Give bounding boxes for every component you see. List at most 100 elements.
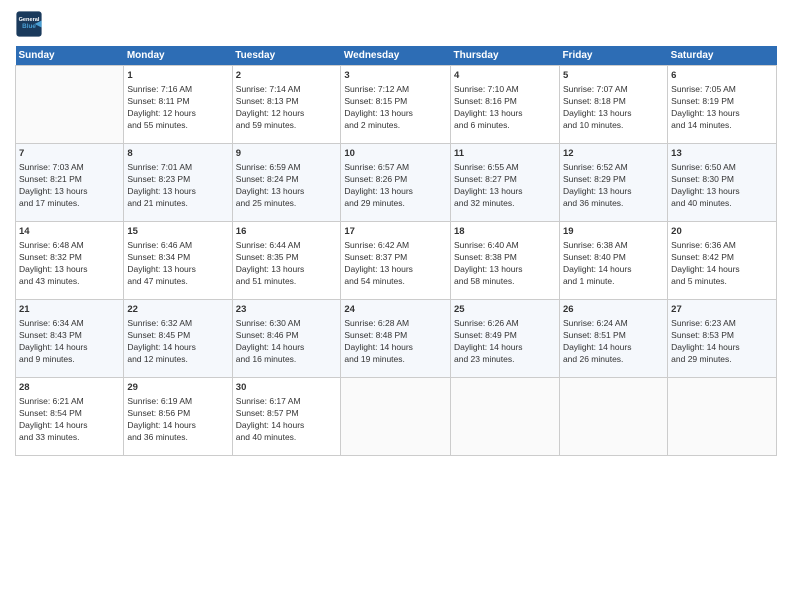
day-info-line: Sunset: 8:26 PM: [344, 174, 447, 186]
day-info-line: and 25 minutes.: [236, 198, 338, 210]
day-info-line: Daylight: 13 hours: [671, 186, 773, 198]
calendar-cell: 2Sunrise: 7:14 AMSunset: 8:13 PMDaylight…: [232, 66, 341, 144]
day-info-line: Sunrise: 6:19 AM: [127, 396, 228, 408]
calendar-cell: 20Sunrise: 6:36 AMSunset: 8:42 PMDayligh…: [668, 222, 777, 300]
day-info-line: Sunset: 8:43 PM: [19, 330, 120, 342]
calendar-cell: 28Sunrise: 6:21 AMSunset: 8:54 PMDayligh…: [16, 378, 124, 456]
day-info-line: Sunrise: 6:26 AM: [454, 318, 556, 330]
day-info-line: and 14 minutes.: [671, 120, 773, 132]
day-info-line: and 33 minutes.: [19, 432, 120, 444]
day-info-line: Daylight: 13 hours: [19, 186, 120, 198]
calendar-cell: 26Sunrise: 6:24 AMSunset: 8:51 PMDayligh…: [559, 300, 667, 378]
day-info-line: Sunrise: 6:44 AM: [236, 240, 338, 252]
calendar-cell: 29 Sunrise: 6:19 AMSunset: 8:56 PMDayligh…: [124, 378, 232, 456]
weekday-friday: Friday: [559, 46, 667, 66]
day-info-line: Daylight: 13 hours: [344, 264, 447, 276]
day-info-line: Sunrise: 7:07 AM: [563, 84, 664, 96]
day-info-line: Sunrise: 6:32 AM: [127, 318, 228, 330]
day-number: 13: [671, 147, 773, 160]
day-number: 22: [127, 303, 228, 316]
calendar-cell: 25Sunrise: 6:26 AMSunset: 8:49 PMDayligh…: [451, 300, 560, 378]
day-info-line: Daylight: 14 hours: [19, 342, 120, 354]
day-info-line: Daylight: 14 hours: [671, 342, 773, 354]
day-number: 5: [563, 69, 664, 82]
day-info-line: and 29 minutes.: [671, 354, 773, 366]
day-info-line: and 17 minutes.: [19, 198, 120, 210]
day-info-line: Sunrise: 6:36 AM: [671, 240, 773, 252]
day-info-line: Sunset: 8:30 PM: [671, 174, 773, 186]
day-info-line: and 40 minutes.: [671, 198, 773, 210]
day-info-line: Daylight: 13 hours: [671, 108, 773, 120]
calendar-cell: 11Sunrise: 6:55 AMSunset: 8:27 PMDayligh…: [451, 144, 560, 222]
day-number: 19: [563, 225, 664, 238]
day-number: 15: [127, 225, 228, 238]
day-number: 28: [19, 381, 120, 394]
calendar-cell: 3Sunrise: 7:12 AMSunset: 8:15 PMDaylight…: [341, 66, 451, 144]
calendar-cell: 13Sunrise: 6:50 AMSunset: 8:30 PMDayligh…: [668, 144, 777, 222]
calendar-cell: 4Sunrise: 7:10 AMSunset: 8:16 PMDaylight…: [451, 66, 560, 144]
day-info-line: and 23 minutes.: [454, 354, 556, 366]
day-info-line: and 54 minutes.: [344, 276, 447, 288]
day-number: 12: [563, 147, 664, 160]
day-info-line: Daylight: 14 hours: [344, 342, 447, 354]
logo: General Blue: [15, 10, 47, 38]
day-info-line: and 26 minutes.: [563, 354, 664, 366]
day-info-line: Daylight: 13 hours: [236, 264, 338, 276]
calendar-cell: [451, 378, 560, 456]
day-number: 29: [127, 381, 228, 394]
day-info-line: and 58 minutes.: [454, 276, 556, 288]
calendar-cell: 1Sunrise: 7:16 AMSunset: 8:11 PMDaylight…: [124, 66, 232, 144]
weekday-thursday: Thursday: [451, 46, 560, 66]
day-info-line: Sunrise: 7:10 AM: [454, 84, 556, 96]
calendar-cell: 15Sunrise: 6:46 AMSunset: 8:34 PMDayligh…: [124, 222, 232, 300]
day-info-line: and 6 minutes.: [454, 120, 556, 132]
day-info-line: Sunset: 8:16 PM: [454, 96, 556, 108]
day-info-line: Sunset: 8:40 PM: [563, 252, 664, 264]
day-info-line: Sunrise: 6:40 AM: [454, 240, 556, 252]
day-info-line: Daylight: 14 hours: [127, 420, 228, 432]
day-info-line: Sunrise: 6:17 AM: [236, 396, 338, 408]
day-number: 25: [454, 303, 556, 316]
day-info-line: Sunrise: 7:05 AM: [671, 84, 773, 96]
day-info-line: Sunset: 8:49 PM: [454, 330, 556, 342]
day-info-line: Sunset: 8:24 PM: [236, 174, 338, 186]
day-number: 16: [236, 225, 338, 238]
calendar-cell: 10Sunrise: 6:57 AMSunset: 8:26 PMDayligh…: [341, 144, 451, 222]
day-info-line: Daylight: 14 hours: [671, 264, 773, 276]
calendar-cell: [341, 378, 451, 456]
day-info-line: and 5 minutes.: [671, 276, 773, 288]
day-number: 23: [236, 303, 338, 316]
calendar-cell: 6Sunrise: 7:05 AMSunset: 8:19 PMDaylight…: [668, 66, 777, 144]
day-info-line: Daylight: 13 hours: [454, 264, 556, 276]
day-info-line: Sunset: 8:11 PM: [127, 96, 228, 108]
day-info-line: Sunrise: 6:24 AM: [563, 318, 664, 330]
day-info-line: Sunrise: 6:52 AM: [563, 162, 664, 174]
calendar-cell: 8Sunrise: 7:01 AMSunset: 8:23 PMDaylight…: [124, 144, 232, 222]
calendar-cell: 19Sunrise: 6:38 AMSunset: 8:40 PMDayligh…: [559, 222, 667, 300]
calendar-cell: 24Sunrise: 6:28 AMSunset: 8:48 PMDayligh…: [341, 300, 451, 378]
calendar-cell: 16Sunrise: 6:44 AMSunset: 8:35 PMDayligh…: [232, 222, 341, 300]
day-info-line: Daylight: 13 hours: [19, 264, 120, 276]
day-number: 24: [344, 303, 447, 316]
day-number: 1: [127, 69, 228, 82]
day-number: 17: [344, 225, 447, 238]
generalblue-logo-icon: General Blue: [15, 10, 43, 38]
week-row-5: 28Sunrise: 6:21 AMSunset: 8:54 PMDayligh…: [16, 378, 777, 456]
calendar-cell: [16, 66, 124, 144]
day-info-line: Sunset: 8:27 PM: [454, 174, 556, 186]
weekday-saturday: Saturday: [668, 46, 777, 66]
weekday-monday: Monday: [124, 46, 232, 66]
day-number: 21: [19, 303, 120, 316]
day-info-line: Sunset: 8:21 PM: [19, 174, 120, 186]
weekday-tuesday: Tuesday: [232, 46, 341, 66]
day-info-line: Sunrise: 7:12 AM: [344, 84, 447, 96]
day-number: 11: [454, 147, 556, 160]
day-info-line: Sunrise: 7:03 AM: [19, 162, 120, 174]
day-info-line: and 32 minutes.: [454, 198, 556, 210]
day-info-line: Sunset: 8:56 PM: [127, 408, 228, 420]
day-info-line: Daylight: 13 hours: [236, 186, 338, 198]
day-info-line: and 36 minutes.: [127, 432, 228, 444]
calendar-cell: [668, 378, 777, 456]
calendar-cell: 9Sunrise: 6:59 AMSunset: 8:24 PMDaylight…: [232, 144, 341, 222]
day-info-line: Daylight: 13 hours: [454, 186, 556, 198]
